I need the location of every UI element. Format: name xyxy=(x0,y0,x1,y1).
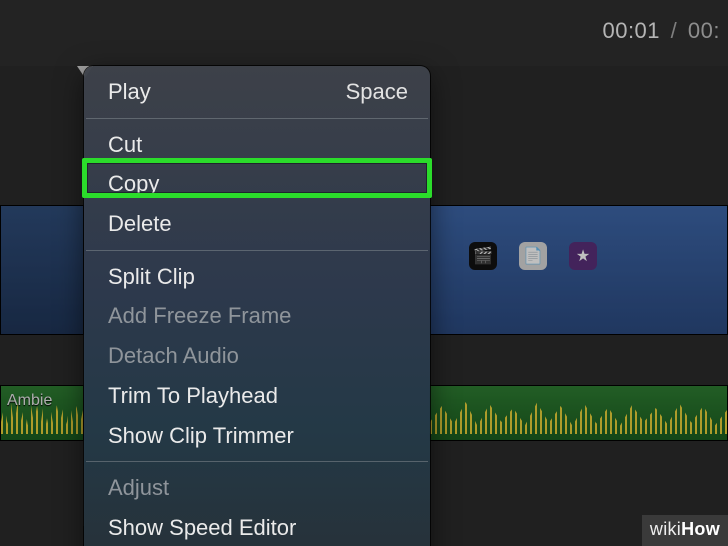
menu-add-freeze-frame: Add Freeze Frame xyxy=(84,296,430,336)
menu-separator xyxy=(86,250,428,251)
menu-item-label: Play xyxy=(108,77,346,107)
menu-item-label: Split Clip xyxy=(108,262,408,292)
menu-separator xyxy=(86,461,428,462)
watermark-prefix: wiki xyxy=(650,519,681,539)
app-stage: 00:01 / 00: 🎬 📄 ★ Ambie xyxy=(0,0,728,546)
menu-item-label: Cut xyxy=(108,130,408,160)
menu-item-shortcut: Space xyxy=(346,77,408,107)
menu-item-label: Show Speed Editor xyxy=(108,513,408,543)
menu-item-label: Show Clip Trimmer xyxy=(108,421,408,451)
wikihow-watermark: wikiHow xyxy=(642,515,728,546)
menu-item-label: Detach Audio xyxy=(108,341,408,371)
menu-adjust: Adjust xyxy=(84,468,430,508)
menu-cut[interactable]: Cut xyxy=(84,125,430,165)
watermark-suffix: How xyxy=(681,519,720,539)
context-menu[interactable]: PlaySpace Cut Copy Delete Split Clip Add Free… xyxy=(84,66,430,546)
menu-item-label: Copy xyxy=(108,169,408,199)
menu-show-clip-trimmer[interactable]: Show Clip Trimmer xyxy=(84,416,430,456)
menu-split-clip[interactable]: Split Clip xyxy=(84,257,430,297)
menu-item-label: Add Freeze Frame xyxy=(108,301,408,331)
menu-separator xyxy=(86,118,428,119)
menu-copy[interactable]: Copy xyxy=(84,164,430,204)
menu-show-speed-editor[interactable]: Show Speed Editor xyxy=(84,508,430,546)
menu-item-label: Delete xyxy=(108,209,408,239)
menu-delete[interactable]: Delete xyxy=(84,204,430,244)
menu-trim-to-playhead[interactable]: Trim To Playhead xyxy=(84,376,430,416)
menu-item-label: Adjust xyxy=(108,473,408,503)
menu-play[interactable]: PlaySpace xyxy=(84,72,430,112)
menu-item-label: Trim To Playhead xyxy=(108,381,408,411)
menu-detach-audio: Detach Audio xyxy=(84,336,430,376)
